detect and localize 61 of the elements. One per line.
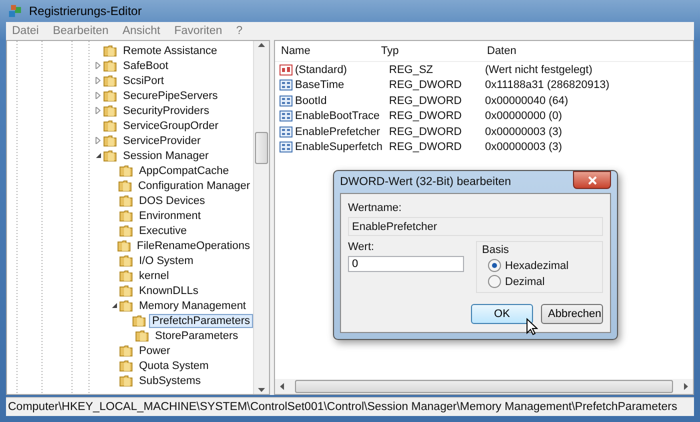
dialog-button[interactable]: Abbrechen (541, 304, 603, 324)
table-cell-text: 0x00000003 (3) (485, 126, 564, 138)
table-cell: EnableSuperfetch (295, 141, 382, 154)
dialog-button[interactable]: OK (471, 304, 533, 324)
tree-item[interactable]: Memory Management (136, 298, 249, 312)
tree-item[interactable]: Session Manager (120, 148, 212, 162)
table-cell: BootId (295, 94, 327, 107)
tree-item[interactable]: ServiceProvider (120, 134, 204, 148)
tree-item[interactable]: SecurityProviders (120, 104, 212, 118)
tree-item[interactable]: kernel (136, 268, 172, 282)
tree-item[interactable]: Remote Assistance (120, 44, 220, 58)
tree-item[interactable]: Configuration Manager (135, 178, 253, 192)
table-cell-text: REG_DWORD (389, 79, 463, 92)
table-cell-text: (Wert nicht festgelegt) (485, 64, 594, 76)
menu-item[interactable]: Bearbeiten (52, 25, 108, 37)
tree-item[interactable]: SubSystems (136, 374, 204, 388)
table-cell-text: 0x00000000 (0) (485, 110, 564, 122)
menu-item[interactable]: ? (236, 25, 243, 37)
table-cell: (Standard) (295, 64, 347, 76)
tree-item[interactable]: DOS Devices (136, 194, 208, 208)
tree-item[interactable]: Quota System (136, 358, 212, 372)
group-label: Basis (482, 244, 510, 256)
table-cell: BaseTime (295, 79, 344, 92)
tree-item[interactable]: FileRenameOperations (134, 238, 253, 252)
status-bar-path: Computer\HKEY_LOCAL_MACHINE\SYSTEM\ControlSet001\Control\Session Manager\Memory Management\PrefetchParameters (8, 401, 678, 413)
tree-item[interactable]: AppCompatCache (136, 164, 232, 178)
tree-item[interactable]: Environment (136, 208, 204, 222)
table-cell-text: 0x11188a31 (286820913) (485, 79, 610, 92)
tree-item[interactable]: ServiceGroupOrder (120, 118, 222, 132)
column-header[interactable]: Typ (379, 45, 485, 57)
field-label: Wertname: (348, 202, 403, 214)
tree-item[interactable]: SecurePipeServers (120, 88, 221, 102)
table-cell-text: REG_DWORD (389, 110, 463, 122)
tree-item[interactable]: I/O System (136, 254, 196, 268)
column-header[interactable]: Daten (485, 45, 693, 57)
table-cell-text: REG_DWORD (389, 141, 463, 154)
menu-item[interactable]: Ansicht (122, 25, 160, 37)
table-cell-text: 0x00000003 (3) (485, 141, 564, 154)
menu-item[interactable]: Datei (12, 25, 39, 37)
field-label: Wert: (348, 241, 376, 253)
table-cell-text: 0x00000040 (64) (485, 94, 570, 107)
window-title: Registrierungs-Editor (29, 4, 142, 18)
table-cell-text: REG_SZ (389, 64, 434, 76)
table-cell-text: REG_DWORD (389, 126, 463, 138)
value-input[interactable]: 0 (348, 256, 464, 272)
table-cell: EnableBootTrace (295, 110, 380, 122)
tree-item[interactable]: ScsiPort (120, 74, 167, 88)
tree-item[interactable]: Power (136, 344, 174, 358)
table-cell-text: REG_DWORD (389, 94, 463, 107)
tree-item[interactable]: Executive (136, 224, 190, 238)
menu-item[interactable]: Favoriten (174, 25, 222, 37)
tree-item[interactable]: StoreParameters (152, 328, 242, 342)
value-name-field: EnablePrefetcher (348, 217, 603, 236)
radio-label: Hexadezimal (505, 260, 569, 272)
table-cell: EnablePrefetcher (295, 126, 380, 138)
tree-item[interactable]: PrefetchParameters (149, 314, 253, 328)
radio-label: Dezimal (505, 276, 545, 288)
tree-item[interactable]: SafeBoot (120, 58, 172, 72)
tree-item[interactable]: KnownDLLs (136, 284, 202, 298)
dialog-title: DWORD-Wert (32-Bit) bearbeiten (340, 176, 512, 188)
column-header[interactable]: Name (279, 45, 379, 57)
